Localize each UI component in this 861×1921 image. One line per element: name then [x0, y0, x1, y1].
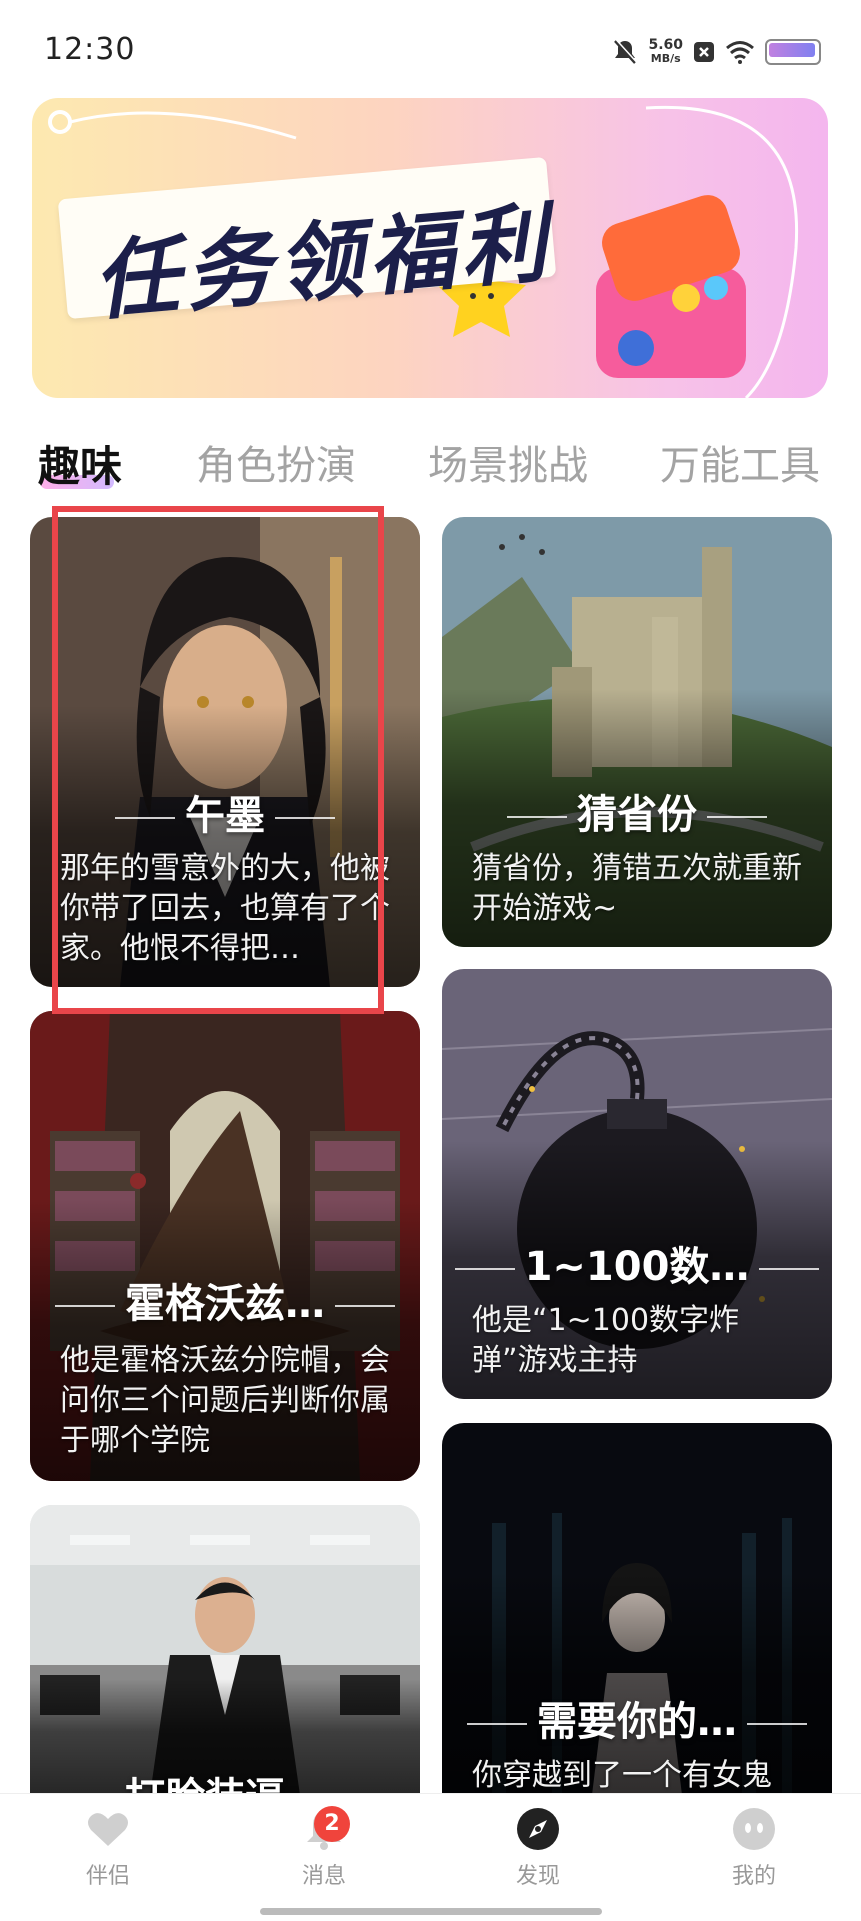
close-box-icon	[694, 42, 714, 62]
tab-role-play[interactable]: 角色扮演	[196, 433, 356, 491]
nav-companion[interactable]: 伴侣	[48, 1806, 168, 1890]
card-description: 他是“1~100数字炸弹”游戏主持	[472, 1303, 740, 1378]
card-title-text: 需要你的…	[537, 1699, 737, 1745]
net-speed-value: 5.60	[648, 37, 683, 53]
bottom-navigation: 伴侣 消息 2 发现 我的	[0, 1793, 861, 1921]
nav-label: 消息	[301, 1864, 346, 1889]
home-indicator[interactable]	[260, 1908, 602, 1915]
card-face-slap[interactable]: 打脸装逼…	[30, 1505, 420, 1795]
card-description: 猜省份，猜错五次就重新开始游戏~	[472, 851, 802, 926]
nav-label: 我的	[731, 1864, 776, 1889]
face-icon	[731, 1806, 777, 1852]
card-title: 打脸装逼…	[30, 1765, 420, 1795]
card-title-text: 猜省份	[577, 792, 697, 838]
tab-utility-tools[interactable]: 万能工具	[660, 433, 820, 491]
gift-box-illustration	[596, 195, 746, 378]
nav-discover[interactable]: 发现	[478, 1806, 598, 1890]
card-title: 需要你的…	[442, 1689, 832, 1747]
card-description: 他是霍格沃兹分院帽，会问你三个问题后判断你属于哪个学院	[60, 1343, 390, 1458]
card-title: 霍格沃兹…	[30, 1271, 420, 1329]
category-tabs: 趣味 角色扮演 场景挑战 万能工具	[0, 425, 861, 495]
battery-icon	[765, 39, 821, 65]
card-title-text: 霍格沃兹…	[125, 1281, 325, 1327]
card-title-text: 打脸装逼…	[125, 1775, 325, 1795]
unread-badge: 2	[314, 1806, 350, 1842]
card-guess-province[interactable]: 猜省份 猜省份，猜错五次就重新开始游戏~	[442, 517, 832, 947]
nav-label: 伴侣	[85, 1864, 130, 1889]
status-bar: 12:30 5.60 MB/s	[0, 0, 861, 98]
tab-fun[interactable]: 趣味	[38, 433, 122, 494]
net-speed: 5.60 MB/s	[648, 38, 683, 66]
status-time: 12:30	[44, 32, 136, 67]
net-speed-unit: MB/s	[650, 52, 681, 65]
mute-bell-icon	[614, 39, 638, 64]
card-hogwarts[interactable]: 霍格沃兹… 他是霍格沃兹分院帽，会问你三个问题后判断你属于哪个学院	[30, 1011, 420, 1481]
heart-icon	[85, 1806, 131, 1852]
promo-banner[interactable]: 任务领福利	[32, 98, 828, 398]
tab-scene-challenge[interactable]: 场景挑战	[428, 433, 588, 491]
card-title: 1~100数…	[442, 1234, 832, 1292]
status-icons: 5.60 MB/s	[612, 34, 821, 70]
selection-highlight-box	[52, 506, 384, 1014]
compass-icon	[515, 1806, 561, 1852]
nav-label: 发现	[515, 1864, 560, 1889]
card-title: 猜省份	[442, 782, 832, 840]
card-number-bomb[interactable]: 1~100数… 他是“1~100数字炸弹”游戏主持	[442, 969, 832, 1399]
wifi-icon	[726, 41, 754, 64]
card-description: 你穿越到了一个有女鬼	[472, 1758, 772, 1793]
nav-profile[interactable]: 我的	[694, 1806, 814, 1890]
card-title-text: 1~100数…	[524, 1244, 750, 1290]
card-ghost-story[interactable]: 需要你的… 你穿越到了一个有女鬼	[442, 1423, 832, 1795]
